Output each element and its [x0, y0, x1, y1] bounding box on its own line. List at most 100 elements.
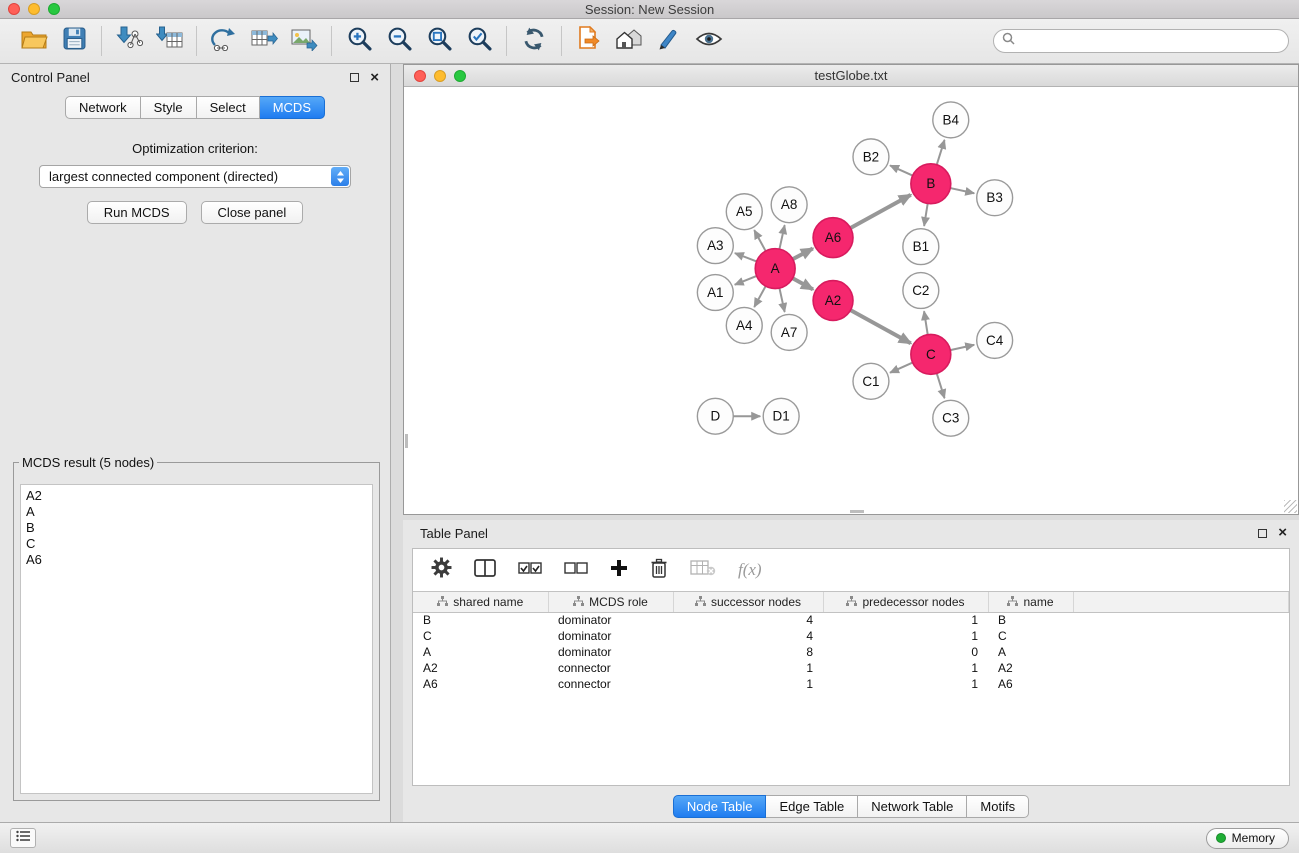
column-header-predecessor-nodes[interactable]: predecessor nodes	[823, 592, 988, 612]
cell-mcds-role: dominator	[548, 644, 673, 660]
network-canvas[interactable]: B4B2BB3A5A8A6B1A3AC2A1A2A4A7C4CC1C3DD1	[404, 87, 1298, 514]
edge-B-B4[interactable]	[937, 140, 945, 165]
zoom-out-button[interactable]	[379, 22, 419, 60]
cell-filler	[1073, 676, 1289, 692]
toolbar-separator	[506, 26, 507, 56]
cell-predecessor-nodes: 0	[823, 644, 988, 660]
edge-A-A8[interactable]	[779, 225, 784, 249]
zoom-in-button[interactable]	[339, 22, 379, 60]
network-home-button[interactable]	[609, 22, 649, 60]
show-columns-button[interactable]	[474, 558, 496, 583]
result-item-a2[interactable]: A2	[26, 488, 367, 504]
open-session-file-button[interactable]	[569, 22, 609, 60]
edge-B-B1[interactable]	[924, 203, 928, 225]
table-row[interactable]: Cdominator41C	[413, 628, 1289, 644]
refresh-button[interactable]	[514, 22, 554, 60]
network-from-table-button[interactable]	[244, 22, 284, 60]
column-tree-icon	[695, 595, 706, 609]
column-header-successor-nodes[interactable]: successor nodes	[673, 592, 823, 612]
column-tree-icon	[437, 595, 448, 609]
search-box[interactable]	[993, 29, 1289, 53]
edge-C-C1[interactable]	[890, 363, 913, 373]
criterion-dropdown[interactable]: largest connected component (directed)	[39, 165, 351, 188]
close-table-panel-icon[interactable]: ×	[1278, 528, 1287, 538]
function-builder-button[interactable]: f(x)	[738, 560, 762, 580]
tab-mcds[interactable]: MCDS	[260, 96, 325, 119]
zoom-fit-button[interactable]	[419, 22, 459, 60]
edge-C-C4[interactable]	[950, 345, 974, 350]
float-table-panel-icon[interactable]	[1258, 529, 1267, 538]
dropdown-stepper-icon[interactable]	[331, 167, 349, 186]
mcds-result-list[interactable]: A2ABCA6	[20, 484, 373, 794]
tab-style[interactable]: Style	[141, 96, 197, 119]
zoom-fit-icon	[426, 25, 453, 57]
tab-edge-table[interactable]: Edge Table	[766, 795, 858, 818]
network-graph[interactable]: B4B2BB3A5A8A6B1A3AC2A1A2A4A7C4CC1C3DD1	[404, 87, 1298, 514]
horizontal-scroll-thumb[interactable]	[850, 510, 864, 513]
node-label-C1: C1	[862, 374, 879, 389]
delete-table-button[interactable]	[690, 559, 716, 582]
table-row[interactable]: A6connector11A6	[413, 676, 1289, 692]
refresh-icon	[521, 26, 547, 57]
edge-B-B2[interactable]	[890, 165, 913, 175]
tab-network-table[interactable]: Network Table	[858, 795, 967, 818]
edge-A-A6[interactable]	[793, 248, 813, 259]
deselect-all-columns-button[interactable]	[564, 560, 588, 581]
result-item-a6[interactable]: A6	[26, 552, 367, 568]
column-header-mcds-role[interactable]: MCDS role	[548, 592, 673, 612]
edge-A2-C[interactable]	[851, 310, 911, 343]
cell-shared-name: B	[413, 612, 548, 628]
cell-successor-nodes: 1	[673, 676, 823, 692]
edge-A-A3[interactable]	[735, 253, 757, 261]
node-label-A1: A1	[707, 285, 723, 300]
table-row[interactable]: Adominator80A	[413, 644, 1289, 660]
tab-network[interactable]: Network	[65, 96, 141, 119]
export-image-button[interactable]	[284, 22, 324, 60]
edge-A6-B[interactable]	[851, 195, 911, 228]
result-item-b[interactable]: B	[26, 520, 367, 536]
column-header-shared-name[interactable]: shared name	[413, 592, 548, 612]
node-label-A: A	[771, 261, 780, 276]
clone-network-button[interactable]	[204, 22, 244, 60]
cell-predecessor-nodes: 1	[823, 660, 988, 676]
close-panel-icon[interactable]: ×	[370, 73, 379, 83]
tab-motifs[interactable]: Motifs	[967, 795, 1029, 818]
edge-A-A1[interactable]	[735, 276, 757, 285]
result-item-a[interactable]: A	[26, 504, 367, 520]
cell-successor-nodes: 1	[673, 660, 823, 676]
table-settings-button[interactable]	[431, 557, 452, 583]
birds-eye-view-button[interactable]	[689, 22, 729, 60]
delete-column-button[interactable]	[650, 558, 668, 583]
task-history-button[interactable]	[10, 828, 36, 848]
edge-A-A4[interactable]	[754, 286, 765, 307]
add-column-button[interactable]	[610, 559, 628, 582]
open-session-button[interactable]	[14, 22, 54, 60]
edge-C-C2[interactable]	[924, 311, 928, 334]
memory-button[interactable]: Memory	[1206, 828, 1289, 849]
run-mcds-button[interactable]: Run MCDS	[87, 201, 187, 224]
vertical-scroll-thumb[interactable]	[405, 434, 408, 448]
edge-A-A7[interactable]	[779, 288, 784, 312]
edge-B-B3[interactable]	[950, 188, 974, 193]
float-panel-icon[interactable]	[350, 73, 359, 82]
import-table-file-button[interactable]	[149, 22, 189, 60]
resize-grip[interactable]	[1284, 500, 1297, 513]
node-label-B4: B4	[943, 112, 960, 127]
zoom-selected-button[interactable]	[459, 22, 499, 60]
save-session-button[interactable]	[54, 22, 94, 60]
tab-node-table[interactable]: Node Table	[673, 795, 767, 818]
select-all-columns-button[interactable]	[518, 560, 542, 581]
search-icon	[1002, 32, 1015, 50]
tab-select[interactable]: Select	[197, 96, 260, 119]
close-panel-button[interactable]: Close panel	[201, 201, 304, 224]
column-header-name[interactable]: name	[988, 592, 1073, 612]
table-row[interactable]: Bdominator41B	[413, 612, 1289, 628]
edge-A-A5[interactable]	[754, 230, 765, 251]
apply-style-button[interactable]	[649, 22, 689, 60]
edge-A-A2[interactable]	[793, 278, 813, 289]
search-input[interactable]	[1020, 34, 1280, 49]
import-network-file-button[interactable]	[109, 22, 149, 60]
table-row[interactable]: A2connector11A2	[413, 660, 1289, 676]
result-item-c[interactable]: C	[26, 536, 367, 552]
edge-C-C3[interactable]	[937, 373, 945, 398]
